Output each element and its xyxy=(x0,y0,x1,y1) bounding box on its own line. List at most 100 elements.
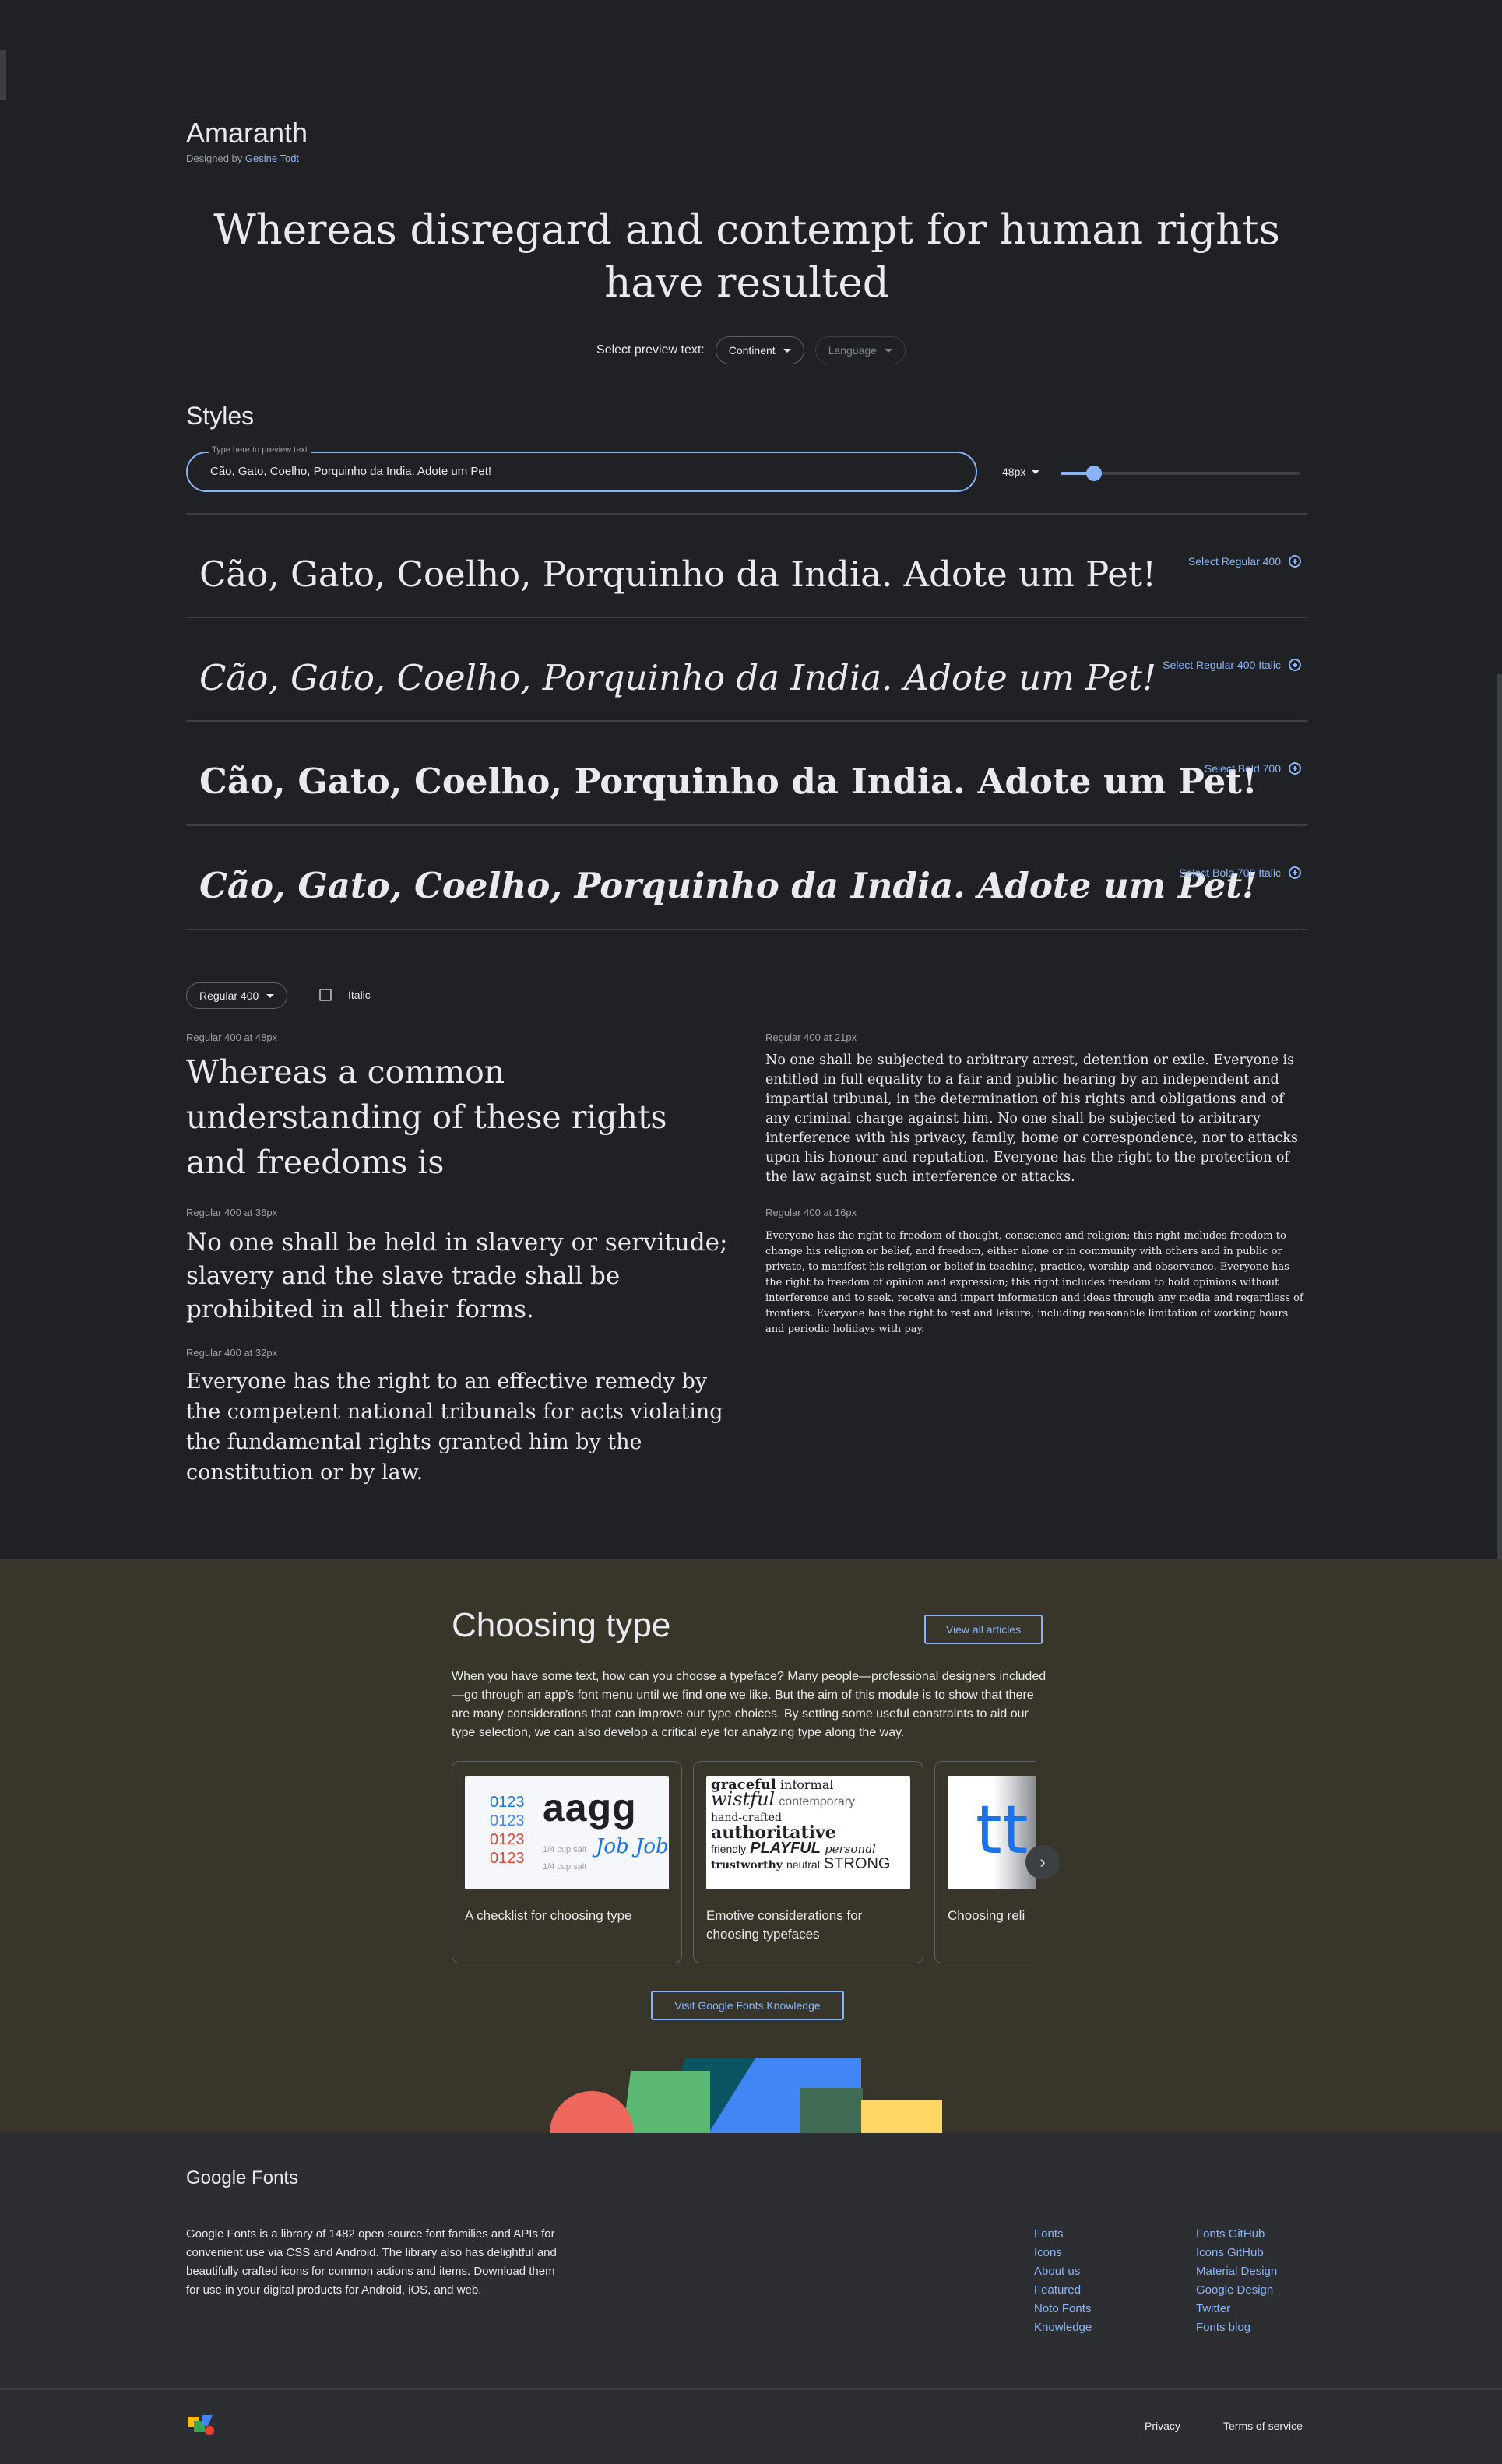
privacy-link[interactable]: Privacy xyxy=(1145,2420,1180,2432)
yellow-block xyxy=(861,2100,942,2133)
fraction-line: 1/4 cup salt xyxy=(543,1845,587,1854)
select-style-label: Select Regular 400 Italic xyxy=(1163,659,1281,671)
footer-divider xyxy=(0,2388,1502,2390)
article-card[interactable]: tt Choosing reli xyxy=(934,1761,1036,1963)
article-thumbnail: 0123 0123 0123 0123 aagg 1/4 cup salt 1/… xyxy=(465,1776,669,1889)
divider xyxy=(186,929,1307,930)
choosing-type-description: When you have some text, how can you cho… xyxy=(452,1670,1046,1739)
word: PLAYFUL xyxy=(750,1840,821,1857)
footer-link-material[interactable]: Material Design xyxy=(1196,2262,1277,2281)
select-style-label: Select Bold 700 xyxy=(1204,762,1281,775)
font-size-dropdown[interactable]: 48px xyxy=(1002,466,1040,478)
word: trustworthy xyxy=(711,1859,783,1872)
article-card[interactable]: 0123 0123 0123 0123 aagg 1/4 cup salt 1/… xyxy=(452,1761,682,1963)
preview-text-selector: Select preview text: Continent Language xyxy=(0,336,1502,364)
specimen-text: No one shall be held in slavery or servi… xyxy=(186,1228,728,1323)
continent-dropdown[interactable]: Continent xyxy=(715,336,804,364)
language-label: Language xyxy=(828,344,877,357)
article-thumbnail: tt xyxy=(948,1776,1036,1889)
footer-link-google-design[interactable]: Google Design xyxy=(1196,2281,1277,2300)
weight-dropdown[interactable]: Regular 400 xyxy=(186,982,288,1009)
google-logo-icon[interactable] xyxy=(186,2413,217,2437)
specimen-size-label: Regular 400 at 32px xyxy=(186,1347,278,1359)
style-sample: Cão, Gato, Coelho, Porquinho da India. A… xyxy=(199,761,1258,802)
select-style-button[interactable]: Select Bold 700 Italic xyxy=(1179,866,1301,879)
view-all-articles-button[interactable]: View all articles xyxy=(924,1615,1043,1644)
footer-link-fonts-blog[interactable]: Fonts blog xyxy=(1196,2318,1277,2337)
language-dropdown[interactable]: Language xyxy=(814,336,906,364)
chevron-down-icon xyxy=(266,993,275,998)
terms-link[interactable]: Terms of service xyxy=(1223,2420,1303,2432)
visit-knowledge-button[interactable]: Visit Google Fonts Knowledge xyxy=(651,1991,844,2020)
word: personal xyxy=(825,1842,876,1856)
google-fonts-logo[interactable]: Google Fonts xyxy=(186,2167,298,2189)
designer-credit: Designed by Gesine Todt xyxy=(186,153,299,164)
footer-link-knowledge[interactable]: Knowledge xyxy=(1034,2318,1092,2337)
add-circle-icon xyxy=(1289,762,1301,775)
word: contemporary xyxy=(779,1795,856,1808)
chevron-down-icon xyxy=(783,348,791,353)
fraction-notes: 1/4 cup salt 1/4 cup salt xyxy=(543,1841,586,1875)
select-style-label: Select Bold 700 Italic xyxy=(1179,866,1281,879)
designer-link[interactable]: Gesine Todt xyxy=(245,153,299,164)
style-row-regular-400-italic: Cão, Gato, Coelho, Porquinho da India. A… xyxy=(186,617,1307,722)
footer-description: Google Fonts is a library of 1482 open s… xyxy=(186,2227,557,2297)
italic-label: Italic xyxy=(348,989,371,1001)
footer-link-twitter[interactable]: Twitter xyxy=(1196,2300,1277,2318)
specimen-text: Everyone has the right to freedom of tho… xyxy=(765,1230,1303,1335)
carousel-next-button[interactable]: › xyxy=(1025,1845,1060,1879)
article-title: A checklist for choosing type xyxy=(465,1908,632,1923)
footer-link-fonts[interactable]: Fonts xyxy=(1034,2225,1092,2244)
style-row-regular-400: Cão, Gato, Coelho, Porquinho da India. A… xyxy=(186,513,1307,618)
footer-link-fonts-github[interactable]: Fonts GitHub xyxy=(1196,2225,1277,2244)
weight-label: Regular 400 xyxy=(199,989,259,1002)
continent-label: Continent xyxy=(728,344,776,357)
numeral-line: 0123 xyxy=(490,1812,525,1830)
footer-link-icons[interactable]: Icons xyxy=(1034,2244,1092,2262)
select-style-button[interactable]: Select Bold 700 xyxy=(1205,762,1301,775)
preview-input-value[interactable]: Cão, Gato, Coelho, Porquinho da India. A… xyxy=(210,465,491,478)
preview-input-label: Type here to preview text xyxy=(209,445,311,455)
specimen-text: Everyone has the right to an effective r… xyxy=(186,1369,723,1485)
specimen-size-label: Regular 400 at 16px xyxy=(765,1207,857,1218)
font-family-name: Amaranth xyxy=(186,117,308,149)
footer-links-secondary: Fonts GitHub Icons GitHub Material Desig… xyxy=(1196,2225,1277,2337)
select-style-button[interactable]: Select Regular 400 xyxy=(1188,555,1301,568)
chevron-down-icon xyxy=(1032,469,1040,474)
preview-text-label: Select preview text: xyxy=(596,343,705,357)
specimen-size-label: Regular 400 at 21px xyxy=(765,1032,857,1043)
numeral-line: 0123 xyxy=(490,1831,525,1848)
article-card[interactable]: graceful informal wistful contemporary h… xyxy=(693,1761,923,1963)
footer-link-featured[interactable]: Featured xyxy=(1034,2281,1092,2300)
select-style-label: Select Regular 400 xyxy=(1187,555,1281,568)
footer-link-about[interactable]: About us xyxy=(1034,2262,1092,2281)
article-title: Emotive considerations for choosing type… xyxy=(706,1908,863,1942)
article-title: Choosing reli xyxy=(948,1908,1025,1923)
style-row-bold-700-italic: Cão, Gato, Coelho, Porquinho da India. A… xyxy=(186,824,1307,930)
specimen-text: No one shall be subjected to arbitrary a… xyxy=(765,1053,1298,1185)
word: friendly xyxy=(711,1843,747,1855)
select-style-button[interactable]: Select Regular 400 Italic xyxy=(1163,659,1301,671)
style-row-bold-700: Cão, Gato, Coelho, Porquinho da India. A… xyxy=(186,720,1307,825)
emotive-words: graceful informal wistful contemporary h… xyxy=(711,1777,907,1873)
italic-checkbox[interactable] xyxy=(319,989,332,1001)
chevron-right-icon: › xyxy=(1039,1852,1046,1872)
red-circle xyxy=(550,2091,634,2133)
add-circle-icon xyxy=(1289,866,1301,879)
side-tab[interactable] xyxy=(0,50,6,100)
word: STRONG xyxy=(823,1855,891,1872)
footer-link-noto[interactable]: Noto Fonts xyxy=(1034,2300,1092,2318)
dark-green-block xyxy=(800,2088,863,2133)
numeral-line: 0123 xyxy=(490,1850,525,1867)
hero-preview-text: Whereas disregard and contempt for human… xyxy=(213,206,1280,307)
specimen-text: Whereas a common understanding of these … xyxy=(186,1053,667,1181)
glyph-sample: aagg xyxy=(543,1785,637,1830)
numerals-sample: 0123 0123 0123 0123 xyxy=(490,1793,525,1868)
footer-links-primary: Fonts Icons About us Featured Noto Fonts… xyxy=(1034,2225,1092,2337)
style-sample: Cão, Gato, Coelho, Porquinho da India. A… xyxy=(199,657,1157,698)
choosing-type-title: Choosing type xyxy=(452,1606,671,1644)
footer-link-icons-github[interactable]: Icons GitHub xyxy=(1196,2244,1277,2262)
font-size-slider-thumb[interactable] xyxy=(1086,466,1102,481)
add-circle-icon xyxy=(1289,659,1301,671)
glyph-sample: tt xyxy=(976,1791,1029,1869)
